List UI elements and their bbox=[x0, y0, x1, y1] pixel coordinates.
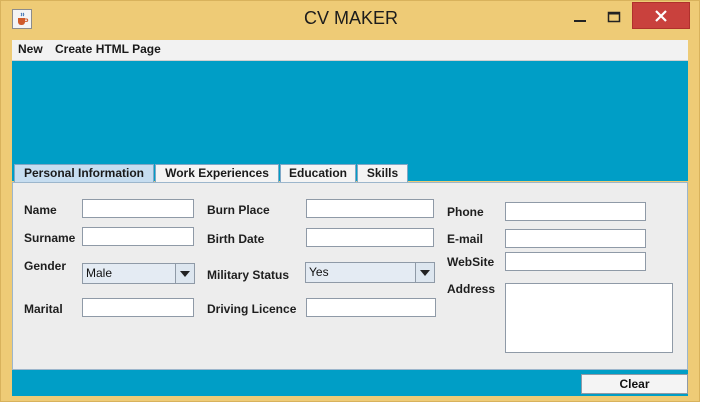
birth-date-field[interactable] bbox=[306, 228, 434, 247]
birth-date-label: Birth Date bbox=[207, 232, 265, 246]
close-button[interactable] bbox=[632, 2, 690, 29]
marital-field[interactable] bbox=[82, 298, 194, 317]
menu-bar: New Create HTML Page bbox=[12, 40, 688, 61]
gender-select[interactable]: Male bbox=[82, 263, 195, 284]
burn-place-field[interactable] bbox=[306, 199, 434, 218]
tab-personal-information[interactable]: Personal Information bbox=[14, 164, 154, 182]
tab-skills[interactable]: Skills bbox=[357, 164, 408, 182]
driving-licence-label: Driving Licence bbox=[207, 302, 297, 316]
email-field[interactable] bbox=[505, 229, 646, 248]
address-textarea[interactable] bbox=[505, 283, 673, 353]
military-status-select[interactable]: Yes bbox=[305, 262, 435, 283]
burn-place-label: Burn Place bbox=[207, 203, 270, 217]
maximize-button[interactable] bbox=[600, 4, 628, 30]
phone-field[interactable] bbox=[505, 202, 646, 221]
name-label: Name bbox=[24, 203, 57, 217]
chevron-down-icon[interactable] bbox=[415, 263, 434, 282]
close-icon bbox=[655, 9, 667, 22]
window-title: CV MAKER bbox=[303, 8, 399, 28]
menu-create-html-page[interactable]: Create HTML Page bbox=[55, 42, 161, 56]
driving-licence-field[interactable] bbox=[306, 298, 436, 317]
surname-field[interactable] bbox=[82, 227, 194, 246]
surname-label: Surname bbox=[24, 231, 76, 245]
tab-education[interactable]: Education bbox=[280, 164, 356, 182]
military-status-label: Military Status bbox=[207, 268, 290, 282]
website-field[interactable] bbox=[505, 252, 646, 271]
header-banner bbox=[12, 61, 688, 181]
minimize-icon bbox=[574, 20, 586, 22]
address-label: Address bbox=[447, 282, 496, 296]
phone-label: Phone bbox=[447, 205, 484, 219]
website-label: WebSite bbox=[447, 255, 495, 269]
military-status-value: Yes bbox=[309, 265, 329, 279]
gender-value: Male bbox=[86, 266, 113, 280]
gender-label: Gender bbox=[24, 259, 67, 273]
marital-label: Marital bbox=[24, 302, 63, 316]
minimize-button[interactable] bbox=[566, 4, 594, 30]
menu-new[interactable]: New bbox=[18, 42, 43, 56]
email-label: E-mail bbox=[447, 232, 484, 246]
chevron-down-icon[interactable] bbox=[175, 264, 194, 283]
maximize-icon bbox=[607, 11, 621, 23]
clear-button[interactable]: Clear bbox=[581, 374, 688, 394]
tab-work-experiences[interactable]: Work Experiences bbox=[155, 164, 279, 182]
name-field[interactable] bbox=[82, 199, 194, 218]
